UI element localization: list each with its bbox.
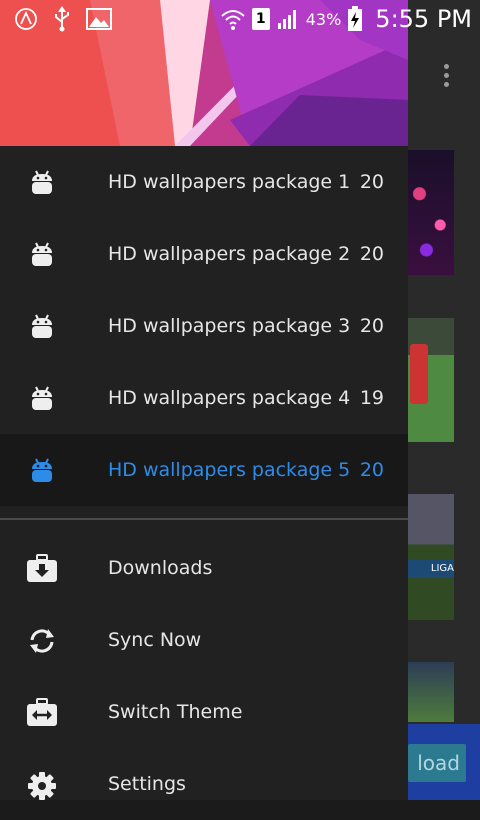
android-icon — [32, 458, 52, 482]
image-icon — [86, 8, 112, 30]
menu-label: Downloads — [108, 557, 213, 579]
package-item-5[interactable]: HD wallpapers package 5 20 — [0, 434, 408, 506]
menu-item-settings[interactable]: Settings — [0, 748, 408, 820]
switch-theme-icon — [27, 698, 57, 726]
menu-label: Switch Theme — [108, 701, 243, 723]
package-label: HD wallpapers package 4 — [108, 387, 351, 409]
drawer-divider — [0, 518, 408, 520]
package-item-4[interactable]: HD wallpapers package 4 19 — [0, 362, 408, 434]
signal-icon — [277, 10, 296, 29]
gear-icon — [28, 772, 56, 800]
package-item-2[interactable]: HD wallpapers package 2 20 — [0, 218, 408, 290]
package-label: HD wallpapers package 3 — [108, 315, 351, 337]
package-count: 19 — [359, 387, 384, 409]
sim-icon: 1 — [251, 8, 270, 30]
wifi-icon — [221, 10, 245, 30]
download-button[interactable]: load — [408, 744, 466, 782]
battery-charging-icon — [348, 6, 363, 31]
menu-item-downloads[interactable]: Downloads — [0, 532, 408, 604]
sync-icon — [30, 629, 54, 653]
android-icon — [32, 314, 52, 338]
package-count: 20 — [359, 243, 384, 265]
menu-item-sync[interactable]: Sync Now — [0, 604, 408, 676]
bottom-bar: load — [408, 724, 480, 800]
package-count: 20 — [359, 315, 384, 337]
status-bar: 1 43% 5:55 PM — [0, 0, 480, 38]
android-icon — [32, 170, 52, 194]
usb-icon — [55, 6, 69, 32]
package-label: HD wallpapers package 1 — [108, 171, 351, 193]
package-count: 20 — [359, 459, 384, 481]
android-icon — [32, 242, 52, 266]
download-icon — [27, 554, 57, 582]
wallpaper-thumbnail[interactable] — [408, 318, 454, 442]
overflow-menu-icon[interactable] — [440, 64, 452, 94]
menu-label: Sync Now — [108, 629, 202, 651]
package-label: HD wallpapers package 5 — [108, 459, 351, 481]
package-label: HD wallpapers package 2 — [108, 243, 351, 265]
android-icon — [32, 386, 52, 410]
android-circle-icon — [15, 8, 37, 30]
package-list: HD wallpapers package 1 20 HD wallpapers… — [0, 146, 408, 506]
navigation-drawer: HD wallpapers package 1 20 HD wallpapers… — [0, 0, 408, 800]
menu-label: Settings — [108, 773, 186, 795]
clock: 5:55 PM — [375, 5, 472, 33]
battery-percent: 43% — [305, 9, 342, 29]
menu-item-switch-theme[interactable]: Switch Theme — [0, 676, 408, 748]
package-count: 20 — [359, 171, 384, 193]
wallpaper-thumbnail[interactable] — [408, 150, 454, 275]
package-item-3[interactable]: HD wallpapers package 3 20 — [0, 290, 408, 362]
wallpaper-thumbnail[interactable] — [408, 662, 454, 722]
package-item-1[interactable]: HD wallpapers package 1 20 — [0, 146, 408, 218]
wallpaper-thumbnail[interactable]: LIGA — [408, 494, 454, 620]
